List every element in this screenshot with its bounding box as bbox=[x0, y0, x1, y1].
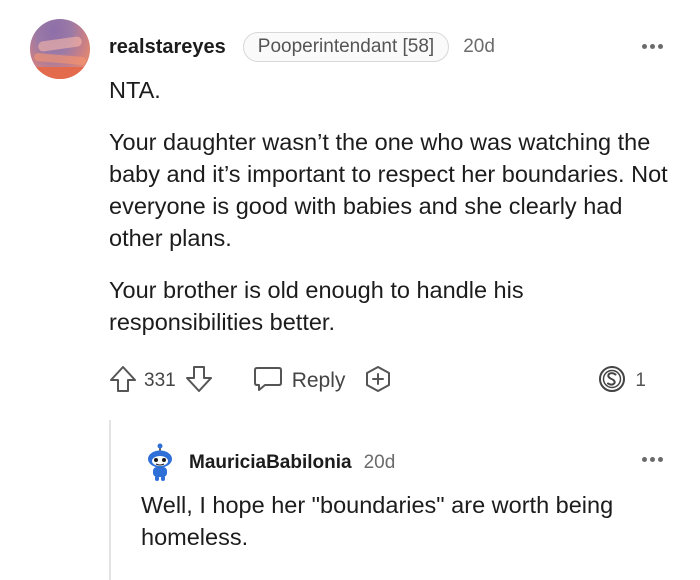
user-flair: Pooperintendant [58] bbox=[242, 32, 450, 62]
avatar-horizon bbox=[30, 67, 90, 79]
snoo-avatar-icon[interactable] bbox=[143, 443, 177, 483]
reply-button[interactable]: Reply bbox=[252, 364, 346, 399]
thread-line[interactable] bbox=[109, 420, 111, 580]
avatar[interactable] bbox=[30, 19, 90, 79]
comment-paragraph: Your daughter wasn’t the one who was wat… bbox=[109, 129, 668, 251]
award-display[interactable]: 1 bbox=[597, 364, 646, 399]
comment-header: realstareyes Pooperintendant [58] 20d bbox=[109, 32, 495, 62]
comment-actions: 331 Reply 1 bbox=[108, 364, 668, 398]
add-award-icon[interactable] bbox=[363, 364, 393, 399]
comment-thread: realstareyes Pooperintendant [58] 20d NT… bbox=[0, 0, 700, 580]
reply-header: MauriciaBabilonia 20d bbox=[143, 443, 395, 483]
comment-paragraph: NTA. bbox=[109, 77, 161, 103]
downvote-arrow-icon[interactable] bbox=[184, 364, 214, 399]
avatar-cloud bbox=[33, 52, 87, 66]
reply-timestamp: 20d bbox=[363, 452, 396, 473]
reply-username[interactable]: MauriciaBabilonia bbox=[189, 452, 352, 474]
vote-count: 331 bbox=[144, 370, 176, 391]
username[interactable]: realstareyes bbox=[109, 36, 226, 59]
speech-bubble-icon bbox=[252, 364, 284, 399]
award-count: 1 bbox=[635, 370, 646, 391]
more-options-icon[interactable] bbox=[642, 457, 664, 463]
more-options-icon[interactable] bbox=[642, 44, 664, 50]
reply-text: Well, I hope her "boundaries" are worth … bbox=[141, 492, 614, 550]
reply-label: Reply bbox=[291, 369, 346, 392]
timestamp: 20d bbox=[463, 36, 495, 57]
upvote-arrow-icon[interactable] bbox=[108, 364, 138, 399]
avatar-cloud bbox=[37, 35, 83, 53]
coin-s-icon bbox=[597, 364, 627, 399]
comment-paragraph: Your brother is old enough to handle his… bbox=[109, 277, 524, 335]
